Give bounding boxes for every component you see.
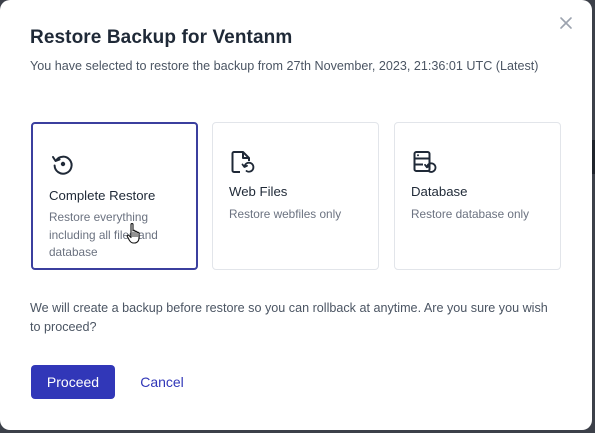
database-restore-icon — [413, 151, 437, 173]
restore-icon — [52, 155, 73, 175]
option-label: Database — [411, 184, 468, 199]
restore-backup-dialog: Restore Backup for Ventanm You have sele… — [0, 0, 592, 430]
option-database[interactable]: Database Restore database only — [394, 122, 561, 270]
option-description: Restore everything including all files a… — [49, 210, 158, 259]
dialog-subtitle: You have selected to restore the backup … — [30, 59, 539, 73]
option-complete-restore[interactable]: Complete Restore Restore everything incl… — [31, 122, 198, 270]
option-web-files[interactable]: Web Files Restore webfiles only — [212, 122, 379, 270]
hand-pointer-icon — [126, 223, 140, 244]
dialog-title: Restore Backup for Ventanm — [30, 27, 293, 48]
file-restore-icon — [231, 151, 255, 173]
proceed-button[interactable]: Proceed — [31, 365, 115, 399]
option-description: Restore webfiles only — [229, 207, 342, 221]
option-label: Web Files — [229, 184, 288, 199]
confirmation-note: We will create a backup before restore s… — [30, 301, 548, 334]
option-label: Complete Restore — [49, 188, 156, 203]
cancel-button[interactable]: Cancel — [130, 365, 194, 399]
close-icon[interactable] — [557, 14, 575, 32]
option-description: Restore database only — [411, 207, 530, 221]
